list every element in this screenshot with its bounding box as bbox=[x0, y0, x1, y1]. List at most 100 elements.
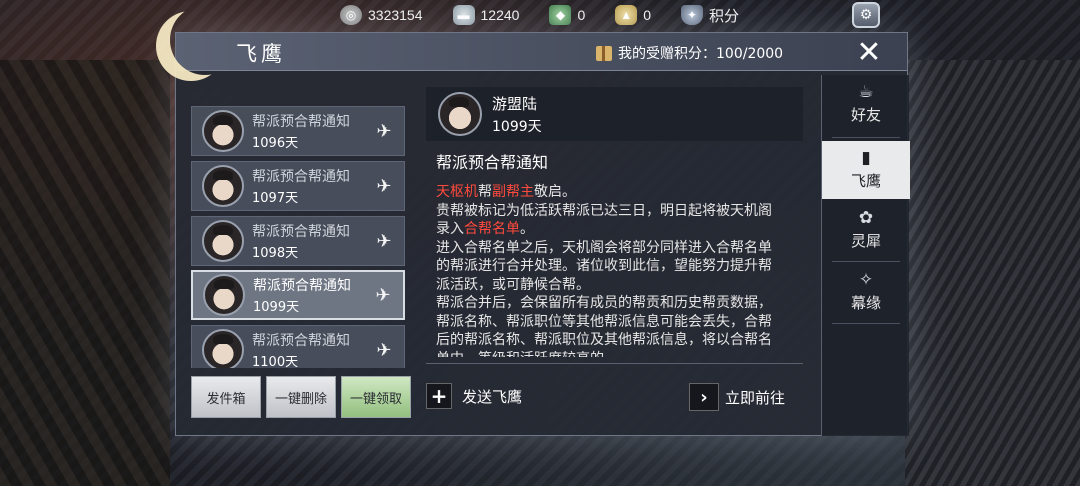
mail-item-days: 1099天 bbox=[253, 300, 300, 315]
paper-crane-icon: ✧ bbox=[858, 270, 874, 290]
go-now-button[interactable]: › 立即前往 bbox=[689, 383, 785, 411]
claim-all-button[interactable]: 一键领取 bbox=[341, 376, 411, 418]
bird-icon: ✈ bbox=[376, 230, 392, 252]
delete-all-button[interactable]: 一键删除 bbox=[266, 376, 336, 418]
mail-item-title: 帮派预合帮通知 bbox=[252, 114, 350, 130]
mail-list-item[interactable]: 帮派预合帮通知 1098天 ✈ bbox=[191, 216, 405, 266]
panel-header: 飞鹰 我的受赠积分：100/2000 ✕ bbox=[176, 33, 907, 71]
resource-gold[interactable]: ▲ 0 bbox=[615, 5, 651, 25]
mail-item-title: 帮派预合帮通知 bbox=[252, 224, 350, 240]
received-points-text: 我的受赠积分：100/2000 bbox=[618, 46, 784, 62]
guild-name: 天枢机 bbox=[436, 184, 478, 200]
mail-item-title: 帮派预合帮通知 bbox=[252, 169, 350, 185]
letter-paragraph: 贵帮被标记为低活跃帮派已达三日，明日起将被天机阁录入合帮名单。 bbox=[436, 202, 781, 239]
plus-icon: + bbox=[426, 383, 452, 409]
coin-icon: ◎ bbox=[340, 5, 362, 25]
tab-label: 好友 bbox=[850, 106, 881, 124]
mail-item-text: 帮派预合帮通知 1099天 bbox=[253, 275, 373, 315]
bird-icon: ✈ bbox=[376, 120, 392, 142]
letter-paragraph: 帮派合并后，会保留所有成员的帮贡和历史帮贡数据，帮派名称、帮派职位等其他帮派信息… bbox=[436, 295, 772, 357]
panel-title: 飞鹰 bbox=[236, 42, 286, 66]
resource-silver: ▬ 12240 bbox=[452, 5, 520, 25]
close-button[interactable]: ✕ bbox=[851, 33, 887, 71]
mail-item-days: 1096天 bbox=[252, 136, 299, 151]
avatar bbox=[202, 165, 244, 207]
mail-item-text: 帮派预合帮通知 1100天 bbox=[252, 330, 374, 368]
letter-greeting: 天枢机帮副帮主敬启。 bbox=[436, 183, 781, 202]
mail-item-text: 帮派预合帮通知 1098天 bbox=[252, 221, 374, 261]
mail-list-item-selected[interactable]: 帮派预合帮通知 1099天 ✈ bbox=[191, 270, 405, 320]
bird-icon: ✈ bbox=[376, 175, 392, 197]
greeting-end: 敬启。 bbox=[534, 184, 576, 200]
teapot-icon: ☕ bbox=[858, 82, 874, 102]
gold-ingot-icon: ▲ bbox=[615, 5, 638, 25]
silver-value: 12240 bbox=[480, 7, 520, 23]
jade-icon: ◆ bbox=[549, 5, 572, 25]
mail-item-text: 帮派预合帮通知 1096天 bbox=[252, 111, 374, 151]
sender-card: 游盟陆 1099天 bbox=[426, 87, 803, 141]
tab-feiying[interactable]: ▮ 飞鹰 bbox=[822, 141, 910, 199]
points-label: 积分 bbox=[709, 7, 740, 25]
divider bbox=[426, 363, 803, 364]
rank-name: 副帮主 bbox=[492, 184, 534, 200]
mail-list-item[interactable]: 帮派预合帮通知 1096天 ✈ bbox=[191, 106, 405, 156]
chevron-right-icon: › bbox=[689, 383, 719, 411]
letter-content[interactable]: 帮派预合帮通知 天枢机帮副帮主敬启。 贵帮被标记为低活跃帮派已达三日，明日起将被… bbox=[426, 149, 803, 357]
outbox-button[interactable]: 发件箱 bbox=[191, 376, 261, 418]
mail-item-days: 1098天 bbox=[252, 246, 299, 261]
mail-list-item[interactable]: 帮派预合帮通知 1100天 ✈ bbox=[191, 325, 405, 368]
tab-divider bbox=[832, 323, 900, 324]
mail-item-text: 帮派预合帮通知 1097天 bbox=[252, 166, 374, 206]
sender-avatar[interactable] bbox=[438, 92, 482, 136]
shield-icon: ✦ bbox=[681, 5, 704, 25]
tab-muyuan[interactable]: ✧ 幕缘 bbox=[822, 263, 910, 321]
para1-end: 。 bbox=[520, 221, 534, 237]
tab-divider bbox=[832, 261, 900, 262]
resource-bar: ◎ 3323154 ▬ 12240 ◆ 0 ▲ 0 ✦ 积分 bbox=[340, 0, 1080, 30]
gift-icon bbox=[596, 45, 612, 61]
sender-info: 游盟陆 1099天 bbox=[492, 93, 542, 136]
close-icon: ✕ bbox=[856, 34, 882, 70]
letter-paragraph: 进入合帮名单之后，天机阁会将部分同样进入合帮名单的帮派进行合并处理。诸位收到此信… bbox=[436, 239, 772, 293]
bird-icon: ✈ bbox=[375, 284, 391, 306]
scene-rooftops-left bbox=[0, 60, 170, 486]
avatar bbox=[202, 110, 244, 152]
mail-list[interactable]: 帮派预合帮通知 1096天 ✈ 帮派预合帮通知 1097天 ✈ 帮派预合帮通知 … bbox=[191, 88, 407, 368]
tab-label: 灵犀 bbox=[850, 232, 881, 250]
gold-value: 0 bbox=[643, 7, 652, 23]
tab-label: 飞鹰 bbox=[850, 172, 881, 190]
points-button[interactable]: ✦ 积分 bbox=[681, 5, 739, 26]
greeting-text: 帮 bbox=[478, 184, 492, 200]
scene-rooftops-right bbox=[905, 60, 1080, 486]
letter-title: 帮派预合帮通知 bbox=[436, 153, 549, 172]
tab-label: 幕缘 bbox=[850, 294, 881, 312]
resource-jade[interactable]: ◆ 0 bbox=[549, 5, 585, 25]
resource-coin: ◎ 3323154 bbox=[340, 5, 423, 25]
send-label: 发送飞鹰 bbox=[462, 387, 523, 406]
mail-item-title: 帮派预合帮通知 bbox=[252, 333, 350, 349]
silver-ingot-icon: ▬ bbox=[452, 5, 475, 25]
settings-button[interactable]: ⚙ bbox=[852, 2, 880, 28]
scroll-icon: ▮ bbox=[861, 148, 871, 168]
send-feiying-button[interactable]: + 发送飞鹰 bbox=[426, 383, 522, 409]
avatar bbox=[202, 329, 244, 368]
tab-friends[interactable]: ☕ 好友 bbox=[822, 75, 910, 133]
mail-item-title: 帮派预合帮通知 bbox=[253, 278, 351, 294]
jade-value: 0 bbox=[577, 7, 586, 23]
merge-list-text: 合帮名单 bbox=[464, 221, 520, 237]
tab-lingxi[interactable]: ✿ 灵犀 bbox=[822, 201, 910, 259]
letter-body: 天枢机帮副帮主敬启。 贵帮被标记为低活跃帮派已达三日，明日起将被天机阁录入合帮名… bbox=[436, 183, 781, 357]
mail-item-days: 1100天 bbox=[252, 355, 299, 368]
avatar bbox=[203, 274, 245, 316]
gear-icon: ⚙ bbox=[859, 7, 873, 23]
go-label: 立即前往 bbox=[725, 388, 786, 407]
moon-icon bbox=[156, 11, 226, 81]
side-tabs: ☕ 好友 ▮ 飞鹰 ✿ 灵犀 ✧ 幕缘 bbox=[821, 75, 910, 436]
feiying-panel: 飞鹰 我的受赠积分：100/2000 ✕ 帮派预合帮通知 1096天 ✈ 帮派预… bbox=[175, 32, 910, 436]
bird-icon: ✈ bbox=[376, 339, 392, 361]
mail-list-item[interactable]: 帮派预合帮通知 1097天 ✈ bbox=[191, 161, 405, 211]
sender-name: 游盟陆 bbox=[492, 94, 538, 113]
tab-divider bbox=[832, 137, 900, 138]
mail-action-buttons: 发件箱 一键删除 一键领取 bbox=[191, 376, 411, 418]
rhino-horn-icon: ✿ bbox=[858, 208, 874, 228]
